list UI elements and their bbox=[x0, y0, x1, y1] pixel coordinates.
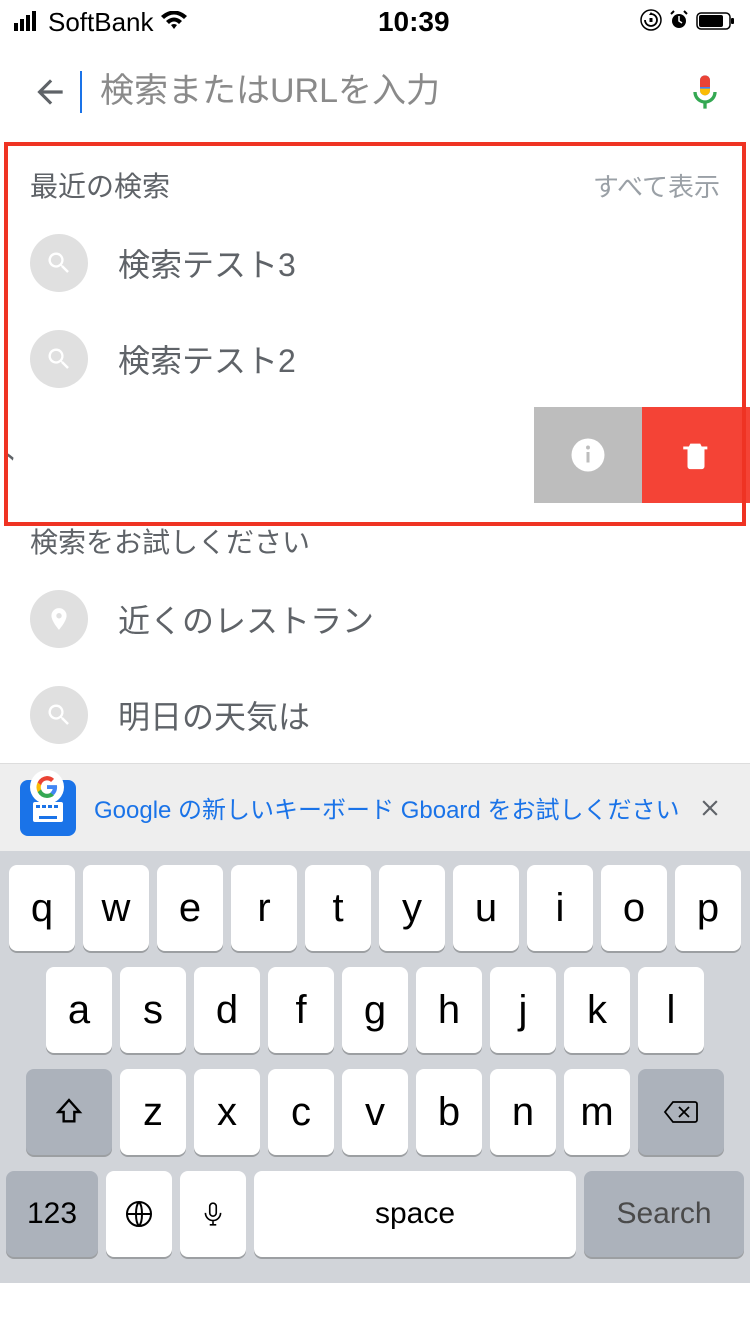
status-bar: SoftBank 10:39 bbox=[0, 0, 750, 44]
key-search[interactable]: Search bbox=[584, 1171, 744, 1257]
key-a[interactable]: a bbox=[46, 967, 112, 1053]
key-i[interactable]: i bbox=[527, 865, 593, 951]
gboard-icon bbox=[20, 780, 76, 836]
suggestions-header: 検索をお試しください bbox=[0, 503, 750, 571]
google-g-icon bbox=[30, 770, 64, 804]
key-k[interactable]: k bbox=[564, 967, 630, 1053]
key-p[interactable]: p bbox=[675, 865, 741, 951]
key-w[interactable]: w bbox=[83, 865, 149, 951]
banner-close-button[interactable] bbox=[690, 788, 730, 828]
key-d[interactable]: d bbox=[194, 967, 260, 1053]
recent-search-item[interactable]: 検索テスト2 bbox=[0, 311, 750, 407]
suggestions-title: 検索をお試しください bbox=[30, 521, 310, 561]
key-r[interactable]: r bbox=[231, 865, 297, 951]
rotation-lock-icon bbox=[640, 7, 662, 38]
alarm-icon bbox=[668, 7, 690, 38]
voice-search-button[interactable] bbox=[680, 72, 730, 112]
key-c[interactable]: c bbox=[268, 1069, 334, 1155]
info-button[interactable] bbox=[534, 407, 642, 503]
keyboard-row-1: q w e r t y u i o p bbox=[6, 865, 744, 951]
search-input[interactable] bbox=[82, 72, 680, 111]
suggestion-item[interactable]: 明日の天気は bbox=[0, 667, 750, 763]
key-j[interactable]: j bbox=[490, 967, 556, 1053]
key-backspace[interactable] bbox=[638, 1069, 724, 1155]
status-time: 10:39 bbox=[378, 6, 450, 38]
key-mic[interactable] bbox=[180, 1171, 246, 1257]
carrier-label: SoftBank bbox=[48, 7, 154, 38]
key-globe[interactable] bbox=[106, 1171, 172, 1257]
suggestion-label: 明日の天気は bbox=[118, 692, 310, 738]
status-right bbox=[640, 7, 736, 38]
signal-icon bbox=[14, 7, 42, 38]
delete-button[interactable] bbox=[642, 407, 750, 503]
recent-search-label: 検索テスト3 bbox=[118, 240, 296, 286]
recent-search-item[interactable]: 検索テスト3 bbox=[0, 215, 750, 311]
key-x[interactable]: x bbox=[194, 1069, 260, 1155]
key-f[interactable]: f bbox=[268, 967, 334, 1053]
keyboard-row-2: a s d f g h j k l bbox=[6, 967, 744, 1053]
key-l[interactable]: l bbox=[638, 967, 704, 1053]
search-icon bbox=[30, 686, 88, 744]
search-input-wrapper[interactable] bbox=[80, 71, 680, 113]
recent-searches-title: 最近の検索 bbox=[30, 165, 170, 205]
key-e[interactable]: e bbox=[157, 865, 223, 951]
key-s[interactable]: s bbox=[120, 967, 186, 1053]
key-n[interactable]: n bbox=[490, 1069, 556, 1155]
key-q[interactable]: q bbox=[9, 865, 75, 951]
back-button[interactable] bbox=[20, 73, 80, 111]
key-h[interactable]: h bbox=[416, 967, 482, 1053]
key-m[interactable]: m bbox=[564, 1069, 630, 1155]
suggestion-label: 近くのレストラン bbox=[118, 596, 374, 642]
gboard-banner: Google の新しいキーボード Gboard をお試しください bbox=[0, 763, 750, 851]
swiped-item-label-fragment: ﾄ bbox=[0, 407, 534, 503]
key-space[interactable]: space bbox=[254, 1171, 576, 1257]
search-icon bbox=[30, 234, 88, 292]
recent-search-item-swiped[interactable]: ﾄ bbox=[0, 407, 750, 503]
recent-searches-header: 最近の検索 すべて表示 bbox=[0, 139, 750, 215]
key-123[interactable]: 123 bbox=[6, 1171, 98, 1257]
show-all-button[interactable]: すべて表示 bbox=[593, 167, 720, 204]
key-y[interactable]: y bbox=[379, 865, 445, 951]
key-t[interactable]: t bbox=[305, 865, 371, 951]
banner-text[interactable]: Google の新しいキーボード Gboard をお試しください bbox=[94, 790, 690, 825]
key-z[interactable]: z bbox=[120, 1069, 186, 1155]
wifi-icon bbox=[160, 7, 188, 38]
keyboard-row-3: z x c v b n m bbox=[6, 1069, 744, 1155]
battery-icon bbox=[696, 7, 736, 38]
recent-search-label: 検索テスト2 bbox=[118, 336, 296, 382]
key-g[interactable]: g bbox=[342, 967, 408, 1053]
keyboard-row-4: 123 space Search bbox=[6, 1171, 744, 1257]
key-o[interactable]: o bbox=[601, 865, 667, 951]
pin-icon bbox=[30, 590, 88, 648]
key-v[interactable]: v bbox=[342, 1069, 408, 1155]
search-header bbox=[0, 44, 750, 139]
key-shift[interactable] bbox=[26, 1069, 112, 1155]
key-b[interactable]: b bbox=[416, 1069, 482, 1155]
search-icon bbox=[30, 330, 88, 388]
software-keyboard: q w e r t y u i o p a s d f g h j k l z … bbox=[0, 851, 750, 1283]
suggestion-item[interactable]: 近くのレストラン bbox=[0, 571, 750, 667]
status-left: SoftBank bbox=[14, 7, 188, 38]
key-u[interactable]: u bbox=[453, 865, 519, 951]
